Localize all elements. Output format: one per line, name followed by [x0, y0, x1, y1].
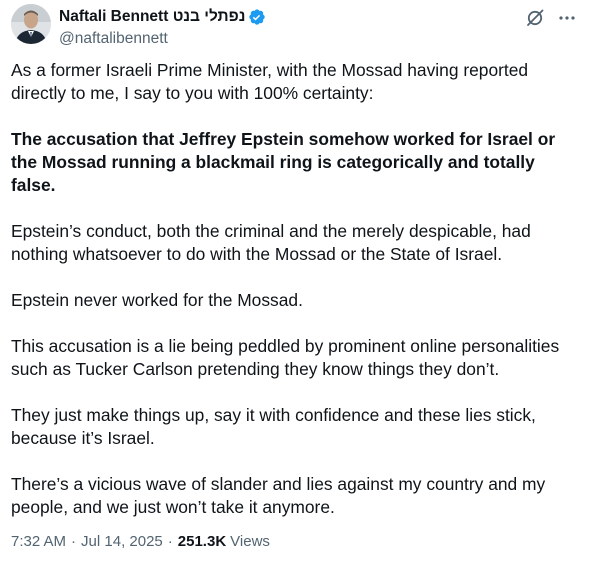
tweet-paragraph: Epstein never worked for the Mossad.: [11, 290, 303, 310]
tweet-paragraph: There’s a vicious wave of slander and li…: [11, 474, 546, 517]
meta-separator: ·: [71, 533, 77, 550]
views-label: Views: [230, 533, 270, 550]
tweet-paragraph: As a former Israeli Prime Minister, with…: [11, 60, 529, 103]
avatar[interactable]: [11, 4, 51, 44]
tweet-date[interactable]: Jul 14, 2025: [81, 533, 163, 550]
tweet-time[interactable]: 7:32 AM: [11, 533, 66, 550]
verified-badge-icon[interactable]: [248, 8, 266, 26]
header-actions: [525, 8, 577, 28]
meta-separator: ·: [167, 533, 173, 550]
views-count[interactable]: 251.3K: [178, 533, 226, 550]
tweet: Naftali Bennett נפתלי בנט @naftalibennet…: [0, 0, 589, 564]
grok-icon[interactable]: [525, 8, 545, 28]
name-row: Naftali Bennett נפתלי בנט: [59, 6, 266, 28]
tweet-paragraph: They just make things up, say it with co…: [11, 405, 536, 448]
tweet-meta: 7:32 AM · Jul 14, 2025 · 251.3K Views: [11, 533, 270, 550]
tweet-paragraph-bold: The accusation that Jeffrey Epstein some…: [11, 129, 556, 195]
more-options-icon[interactable]: [557, 8, 577, 28]
display-name[interactable]: Naftali Bennett נפתלי בנט: [59, 8, 245, 26]
author-handle[interactable]: @naftalibennett: [59, 29, 266, 49]
tweet-header: Naftali Bennett נפתלי בנט @naftalibennet…: [11, 2, 577, 52]
tweet-text: As a former Israeli Prime Minister, with…: [11, 59, 576, 542]
tweet-paragraph: Epstein’s conduct, both the criminal and…: [11, 221, 531, 264]
author-names: Naftali Bennett נפתלי בנט @naftalibennet…: [59, 6, 266, 49]
tweet-paragraph: This accusation is a lie being peddled b…: [11, 336, 560, 379]
